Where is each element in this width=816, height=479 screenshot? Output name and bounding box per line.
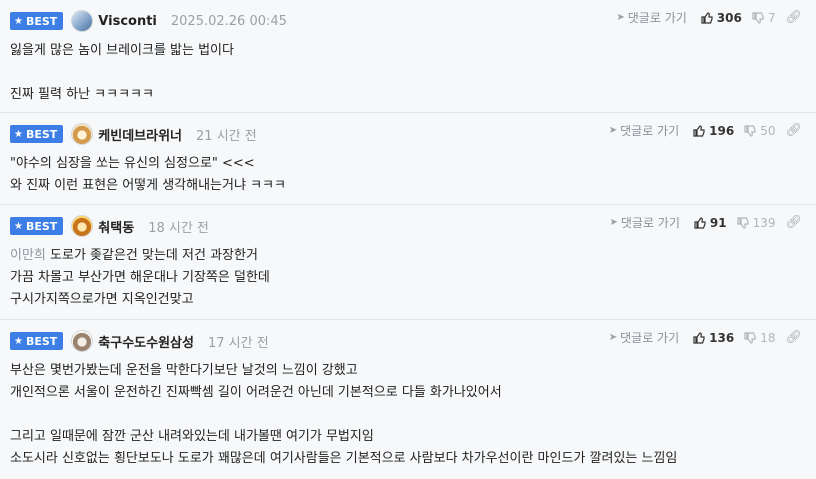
author-nick[interactable]: 케빈데브라위너 (98, 125, 182, 144)
comment-time: 2025.02.26 00:45 (170, 13, 287, 29)
author-nick[interactable]: 축구수도수원삼성 (98, 332, 194, 351)
comment-line (10, 62, 806, 84)
comment-actions: ➤ 댓글로 가기 196 50 🔗︎ (609, 122, 802, 139)
downvote-count: 50 (760, 123, 776, 138)
upvote-button[interactable]: 306 (701, 11, 742, 25)
comment-actions: ➤ 댓글로 가기 306 7 🔗︎ (616, 9, 802, 26)
comment-actions: ➤ 댓글로 가기 136 18 🔗︎ (609, 329, 802, 346)
author-nick[interactable]: 춰택동 (98, 217, 134, 236)
comment-time: 18 시간 전 (148, 220, 209, 236)
thumbs-up-icon (701, 11, 713, 24)
avatar[interactable] (71, 10, 94, 32)
comment-line: 소도시라 신호없는 횡단보도나 도로가 꽤많은데 여기사람들은 기본적으로 사람… (10, 451, 678, 466)
link-icon[interactable]: 🔗︎ (785, 215, 802, 230)
comment-body: "야수의 심장을 쏘는 유신의 심정으로" <<< 와 진짜 이런 표현은 어떻게… (10, 153, 806, 197)
comment-line (10, 404, 806, 426)
thumbs-down-icon (736, 216, 749, 229)
comment-time: 21 시간 전 (196, 128, 257, 144)
comment-time: 17 시간 전 (207, 335, 269, 351)
comment-body: 부산은 몇번가봤는데 운전을 막한다기보단 날것의 느낌이 강했고개인적으론 서… (10, 360, 806, 470)
comment-line: 잃을게 많은 놈이 브레이크를 밟는 법이다 (10, 43, 234, 58)
best-badge-label: BEST (25, 14, 58, 28)
best-badge: ★ BEST (10, 125, 64, 143)
send-arrow-icon: ➤ (609, 217, 618, 228)
author-nick[interactable]: Visconti (98, 14, 157, 29)
best-badge: ★ BEST (10, 217, 64, 235)
go-to-reply-link[interactable]: ➤ 댓글로 가기 (609, 329, 679, 346)
avatar[interactable] (71, 330, 94, 352)
comment-item: ★ BEST Visconti 2025.02.26 00:45 ➤ 댓글로 가기 … (0, 0, 816, 113)
comment-item: ★ BEST 춰택동 18 시간 전 ➤ 댓글로 가기 91 139 🔗︎ 이만희 … (0, 205, 816, 320)
comment-item: ★ BEST 축구수도수원삼성 17 시간 전 ➤ 댓글로 가기 136 18 🔗︎… (0, 320, 816, 479)
comment-line: "야수의 심장을 쏘는 유신의 심정으로" <<< (10, 156, 255, 171)
star-icon: ★ (14, 220, 23, 232)
comment-body: 잃을게 많은 놈이 브레이크를 밟는 법이다진짜 필력 하난 ㅋㅋㅋㅋㅋ (10, 40, 806, 106)
link-icon[interactable]: 🔗︎ (785, 123, 802, 138)
comment-item: ★ BEST 케빈데브라위너 21 시간 전 ➤ 댓글로 가기 196 50 🔗︎ … (0, 113, 816, 205)
comment-line: 와 진짜 이런 표현은 어떻게 생각해내는거냐 ㅋㅋㅋ (10, 178, 286, 193)
thumbs-up-icon (693, 331, 705, 344)
reply-link-label: 댓글로 가기 (620, 124, 680, 138)
thumbs-down-icon (744, 124, 756, 137)
send-arrow-icon: ➤ (608, 332, 618, 343)
upvote-count: 306 (716, 10, 742, 25)
link-icon[interactable]: 🔗︎ (785, 10, 802, 25)
comment-body: 이만희 도로가 좆같은건 맞는데 저건 과장한거가끔 차몰고 부산가면 해운대나… (10, 245, 806, 311)
thumbs-down-icon (744, 331, 756, 344)
mention-link[interactable]: 이만희 (10, 248, 46, 263)
go-to-reply-link[interactable]: ➤ 댓글로 가기 (616, 9, 686, 26)
downvote-button[interactable]: 50 (744, 124, 775, 138)
thumbs-up-icon (693, 124, 705, 137)
best-badge-label: BEST (25, 127, 58, 141)
comment-line-text: 도로가 좆같은건 맞는데 저건 과장한거 (50, 248, 258, 263)
go-to-reply-link[interactable]: ➤ 댓글로 가기 (609, 122, 679, 139)
upvote-button[interactable]: 136 (693, 331, 734, 345)
thumbs-down-icon (752, 11, 764, 24)
comment-line: 부산은 몇번가봤는데 운전을 막한다기보단 날것의 느낌이 강했고 (10, 363, 358, 378)
comment-line: 진짜 필력 하난 ㅋㅋㅋㅋㅋ (10, 87, 154, 102)
upvote-button[interactable]: 91 (694, 216, 727, 230)
send-arrow-icon: ➤ (608, 125, 618, 136)
comment-list: ★ BEST Visconti 2025.02.26 00:45 ➤ 댓글로 가기 … (0, 0, 816, 479)
upvote-button[interactable]: 196 (693, 124, 734, 138)
comment-line: 이만희 도로가 좆같은건 맞는데 저건 과장한거 (10, 245, 806, 267)
comment-line: 개인적으론 서울이 운전하긴 진짜빡셈 길이 어려운건 아닌데 기본적으로 다들… (10, 385, 502, 400)
comment-line: 그리고 일때문에 잠깐 군산 내려와있는데 내가볼땐 여기가 무법지임 (10, 429, 374, 444)
comment-line: 가끔 차몰고 부산가면 해운대나 기장쪽은 덜한데 (10, 270, 270, 285)
reply-link-label: 댓글로 가기 (620, 331, 680, 345)
upvote-count: 196 (709, 123, 735, 138)
avatar[interactable] (71, 123, 94, 145)
upvote-count: 91 (709, 215, 727, 230)
star-icon: ★ (14, 335, 23, 347)
reply-link-label: 댓글로 가기 (627, 11, 687, 25)
avatar[interactable] (71, 215, 94, 237)
downvote-button[interactable]: 139 (736, 215, 776, 230)
downvote-count: 139 (752, 215, 776, 230)
upvote-count: 136 (709, 330, 735, 345)
best-badge: ★ BEST (10, 332, 64, 350)
reply-link-label: 댓글로 가기 (620, 216, 680, 230)
downvote-button[interactable]: 18 (744, 331, 775, 345)
best-badge: ★ BEST (10, 12, 64, 30)
best-badge-label: BEST (25, 219, 58, 233)
star-icon: ★ (14, 128, 23, 140)
send-arrow-icon: ➤ (616, 12, 625, 23)
go-to-reply-link[interactable]: ➤ 댓글로 가기 (609, 214, 679, 231)
downvote-count: 18 (760, 330, 776, 345)
best-badge-label: BEST (25, 334, 58, 348)
link-icon[interactable]: 🔗︎ (785, 330, 802, 345)
star-icon: ★ (14, 15, 23, 27)
comment-line: 구시가지쪽으로가면 지옥인건맞고 (10, 292, 194, 307)
comment-actions: ➤ 댓글로 가기 91 139 🔗︎ (609, 214, 802, 231)
downvote-button[interactable]: 7 (752, 10, 776, 25)
downvote-count: 7 (767, 10, 776, 25)
thumbs-up-icon (694, 216, 706, 229)
